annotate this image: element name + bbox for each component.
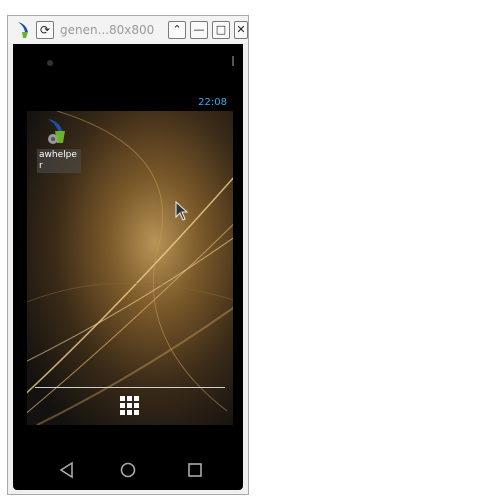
- mouse-cursor-icon: [175, 201, 189, 221]
- app-logo-icon: [18, 22, 28, 38]
- phone-frame: 22:08 awhelper: [13, 44, 243, 490]
- awhelper-app-icon: [48, 119, 65, 144]
- navigation-bar: [13, 450, 243, 490]
- reload-button[interactable]: ⟳: [36, 21, 54, 39]
- back-icon[interactable]: [55, 458, 79, 482]
- recents-icon[interactable]: [183, 458, 207, 482]
- app-drawer-icon[interactable]: [119, 395, 141, 417]
- status-bar: 22:08: [27, 95, 233, 111]
- window-title: genen...80x800: [60, 23, 155, 37]
- emulator-window: ⟳ genen...80x800 ⌃ — □ ✕ 22:08 awhelper: [7, 15, 249, 495]
- front-camera: [47, 60, 53, 66]
- minimize-button[interactable]: —: [190, 21, 208, 39]
- dock-divider: [35, 387, 225, 388]
- home-icon[interactable]: [116, 458, 140, 482]
- title-bar[interactable]: ⟳ genen...80x800 ⌃ — □ ✕: [8, 16, 248, 43]
- phone-screen[interactable]: 22:08 awhelper: [27, 95, 233, 425]
- sensor: [232, 56, 234, 66]
- close-button[interactable]: ✕: [234, 21, 248, 39]
- status-clock: 22:08: [198, 97, 227, 108]
- maximize-button[interactable]: □: [212, 21, 230, 39]
- desktop-icon-label: awhelper: [37, 149, 81, 173]
- back-window-button[interactable]: ⌃: [168, 21, 186, 39]
